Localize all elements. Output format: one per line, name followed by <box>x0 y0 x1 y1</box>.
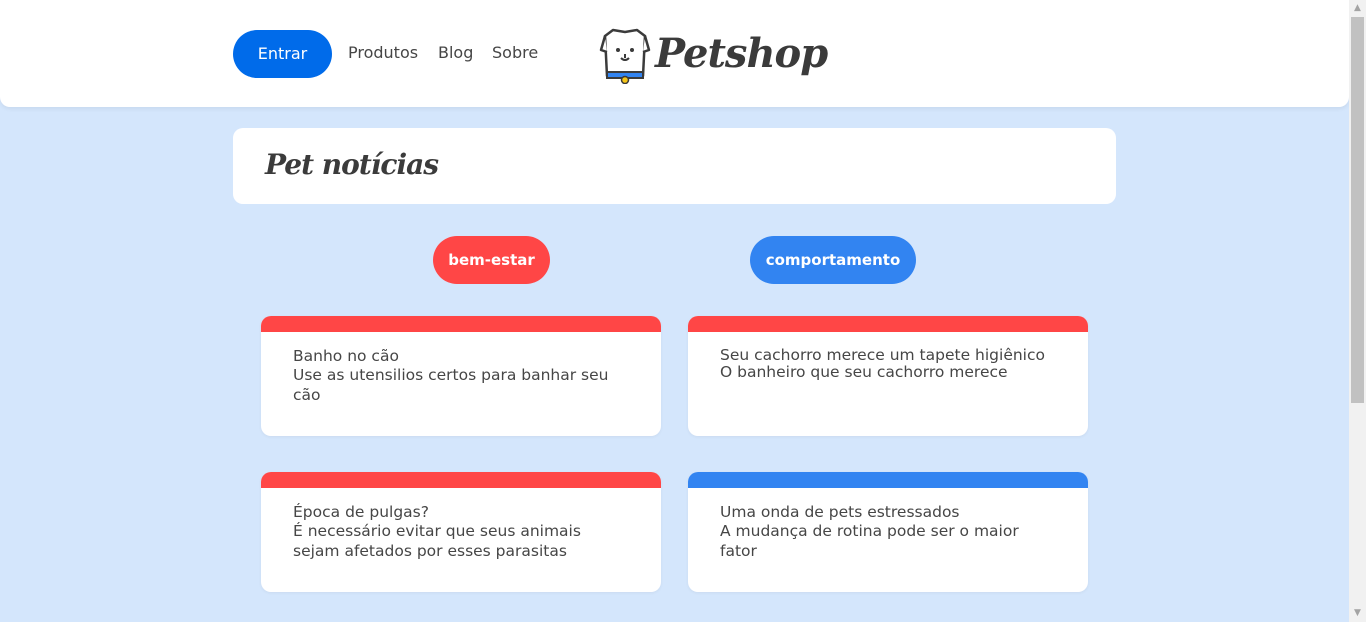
post-subtitle: É necessário evitar que seus animais sej… <box>293 522 581 560</box>
vertical-scrollbar[interactable]: ▲ ▼ <box>1349 0 1366 622</box>
post-title: Seu cachorro merece um tapete higiênico <box>720 346 1045 364</box>
tag-bem-estar[interactable]: bem-estar <box>433 236 550 284</box>
post-card[interactable]: Seu cachorro merece um tapete higiênico … <box>688 316 1088 436</box>
logo-text: Petshop <box>655 30 828 77</box>
site-header: Entrar Produtos Blog Sobre Petshop <box>0 0 1349 107</box>
post-title: Banho no cão <box>293 347 399 365</box>
post-title: Época de pulgas? <box>293 503 429 521</box>
card-category-bar <box>261 316 661 332</box>
title-card: Pet notícias <box>233 128 1116 204</box>
post-subtitle: O banheiro que seu cachorro merece <box>720 363 1008 381</box>
post-title: Uma onda de pets estressados <box>720 503 960 521</box>
scroll-down-icon[interactable]: ▼ <box>1349 605 1366 622</box>
post-subtitle: Use as utensilios certos para banhar seu… <box>293 366 609 404</box>
nav-link-sobre[interactable]: Sobre <box>492 43 538 63</box>
card-category-bar <box>261 472 661 488</box>
post-card[interactable]: Uma onda de pets estressados A mudança d… <box>688 472 1088 592</box>
nav-link-produtos[interactable]: Produtos <box>348 43 418 63</box>
logo[interactable]: Petshop <box>599 26 828 92</box>
nav-link-blog[interactable]: Blog <box>438 43 473 63</box>
card-category-bar <box>688 316 1088 332</box>
login-button[interactable]: Entrar <box>233 30 332 78</box>
page-title: Pet notícias <box>265 148 439 181</box>
tag-comportamento[interactable]: comportamento <box>750 236 916 284</box>
scroll-up-icon[interactable]: ▲ <box>1349 0 1366 17</box>
card-category-bar <box>688 472 1088 488</box>
post-card[interactable]: Banho no cão Use as utensilios certos pa… <box>261 316 661 436</box>
scrollbar-thumb[interactable] <box>1351 17 1364 403</box>
post-subtitle: A mudança de rotina pode ser o maior fat… <box>720 522 1019 560</box>
post-card[interactable]: Época de pulgas? É necessário evitar que… <box>261 472 661 592</box>
dog-logo-icon <box>599 28 651 84</box>
